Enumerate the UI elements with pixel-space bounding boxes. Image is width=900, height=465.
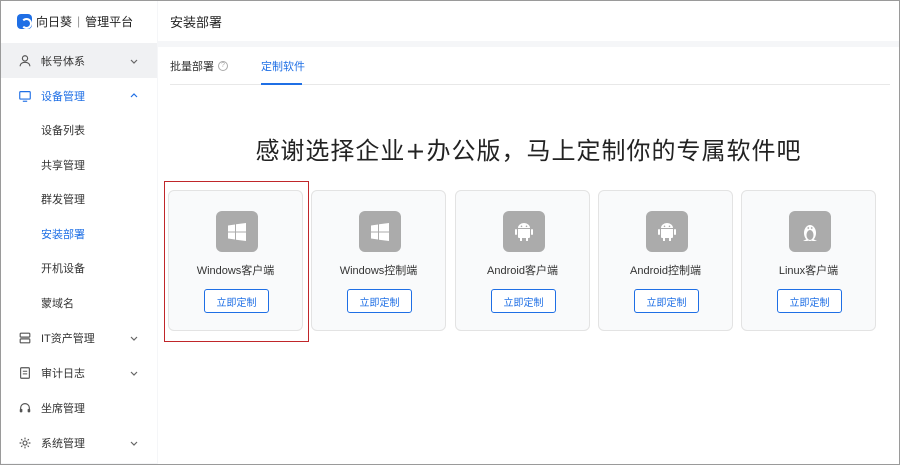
sidebar-item-label: 设备管理 (41, 90, 85, 103)
sidebar-subitem-group-management[interactable]: 群发管理 (1, 182, 157, 217)
highlight-box (164, 181, 309, 342)
sidebar-item-account[interactable]: 帐号体系 (1, 43, 157, 78)
sidebar-subitem-share-management[interactable]: 共享管理 (1, 148, 157, 183)
sidebar-subitem-boot-device[interactable]: 开机设备 (1, 251, 157, 286)
headline: 感谢选择企业+办公版，马上定制你的专属软件吧 (255, 137, 802, 165)
sidebar-subitem-device-list[interactable]: 设备列表 (1, 113, 157, 148)
sidebar-item-label: 审计日志 (41, 367, 85, 380)
tab-custom-software[interactable]: 定制软件 (261, 47, 305, 85)
sidebar-item-it-assets[interactable]: IT资产管理 (1, 320, 157, 355)
chevron-down-icon (129, 333, 139, 343)
sidebar-item-audit-log[interactable]: 审计日志 (1, 355, 157, 390)
tab-label: 定制软件 (261, 61, 305, 73)
sidebar-item-label: IT资产管理 (41, 332, 95, 345)
brand-platform: 管理平台 (85, 14, 134, 29)
page-header: 安装部署 (158, 1, 899, 41)
help-icon[interactable]: ? (218, 61, 228, 71)
sidebar-item-label: 坐席管理 (41, 402, 85, 415)
brand-separator: | (77, 14, 81, 28)
card-title: Windows控制端 (339, 265, 418, 277)
sidebar-subitem-domain[interactable]: 蒙域名 (1, 286, 157, 321)
card-title: Android客户端 (487, 265, 558, 277)
windows-icon (359, 211, 401, 252)
card-title: Android控制端 (630, 265, 701, 277)
tab-bar: 批量部署 ? 定制软件 (170, 47, 890, 85)
customize-button[interactable]: 立即定制 (347, 289, 412, 313)
chevron-down-icon (129, 56, 139, 66)
customize-button[interactable]: 立即定制 (777, 289, 842, 313)
sidebar-item-label: 系统管理 (41, 437, 85, 450)
sidebar: 向日葵 | 管理平台 帐号体系 设备管理 设备列表 共享管理 群发管理 安装部署… (1, 1, 157, 463)
card-title: Linux客户端 (778, 265, 839, 277)
brand[interactable]: 向日葵 | 管理平台 (1, 1, 157, 41)
customize-button[interactable]: 立即定制 (491, 289, 556, 313)
sidebar-item-label: 帐号体系 (41, 55, 85, 68)
sunlogin-logo-icon (17, 13, 32, 29)
brand-name: 向日葵 (36, 14, 73, 29)
customize-button[interactable]: 立即定制 (634, 289, 699, 313)
linux-icon (789, 211, 831, 252)
sidebar-menu: 帐号体系 设备管理 设备列表 共享管理 群发管理 安装部署 开机设备 蒙域名 I… (1, 43, 157, 460)
tab-label: 批量部署 (170, 61, 214, 73)
sidebar-item-device-management[interactable]: 设备管理 (1, 78, 157, 113)
card-windows-controller: Windows控制端 立即定制 (311, 190, 446, 331)
user-icon (17, 53, 33, 69)
chevron-up-icon (129, 91, 139, 101)
sidebar-item-system-management[interactable]: 系统管理 (1, 425, 157, 460)
card-android-client: Android客户端 立即定制 (455, 190, 590, 331)
server-icon (17, 330, 33, 346)
android-icon (646, 211, 688, 252)
chevron-down-icon (129, 368, 139, 378)
gear-icon (17, 435, 33, 451)
active-tab-indicator (261, 83, 302, 85)
sidebar-item-seat-management[interactable]: 坐席管理 (1, 390, 157, 425)
chevron-down-icon (129, 438, 139, 448)
headset-icon (17, 400, 33, 416)
tab-batch-deploy[interactable]: 批量部署 ? (170, 47, 228, 85)
card-android-controller: Android控制端 立即定制 (598, 190, 733, 331)
card-linux-client: Linux客户端 立即定制 (741, 190, 876, 331)
android-icon (503, 211, 545, 252)
sidebar-subitem-install-deploy[interactable]: 安装部署 (1, 217, 157, 252)
document-icon (17, 365, 33, 381)
page-title: 安装部署 (170, 14, 223, 30)
monitor-icon (17, 88, 33, 104)
